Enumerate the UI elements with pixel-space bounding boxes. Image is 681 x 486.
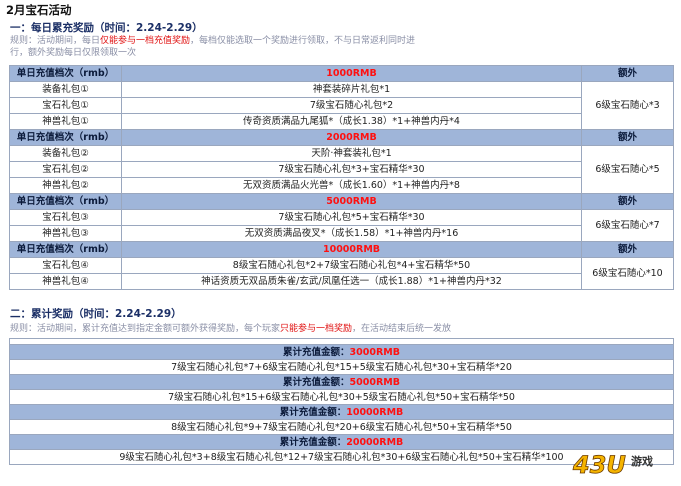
cumulative-label: 累计充值金额： xyxy=(279,406,347,418)
package-name: 神兽礼包② xyxy=(9,177,122,194)
extra-header: 额外 xyxy=(581,241,674,258)
section2-rules-text: 规则：活动期间，累计充值达到指定金额可额外获得奖励，每个玩家 xyxy=(10,324,281,334)
package-name: 宝石礼包④ xyxy=(9,257,122,274)
tier-amount: 5000RMB xyxy=(121,193,582,210)
cumulative-amount: 3000RMB xyxy=(349,346,400,358)
section1-rules: 规则：活动期间，每日仅能参与一档充值奖励，每档仅能选取一个奖励进行领取，不与日常… xyxy=(10,35,415,59)
package-reward: 无双资质满品夜叉*（成长1.58）*1+神兽内丹*16 xyxy=(121,225,582,242)
table-row: 7级宝石随心礼包*15+6级宝石随心礼包*30+5级宝石随心礼包*50+宝石精华… xyxy=(9,389,674,405)
table-row: 宝石礼包④ 神兽礼包④ 神话资质无双品质朱雀/玄武/凤凰任选一（成长1.88）*… xyxy=(9,273,674,290)
package-name: 宝石礼包③ xyxy=(9,209,122,226)
table-row: 神兽礼包② 无双资质满品火光兽*（成长1.60）*1+神兽内丹*8 xyxy=(9,177,674,194)
cumulative-reward: 7级宝石随心礼包*7+6级宝石随心礼包*15+5级宝石随心礼包*30+宝石精华*… xyxy=(9,359,674,375)
package-reward: 神话资质无双品质朱雀/玄武/凤凰任选一（成长1.88）*1+神兽内丹*32 xyxy=(121,273,582,290)
package-reward: 7级宝石随心礼包*2 xyxy=(121,97,582,114)
tier-header: 单日充值档次（rmb） 2000RMB 额外 xyxy=(9,129,674,146)
cumulative-reward: 7级宝石随心礼包*15+6级宝石随心礼包*30+5级宝石随心礼包*50+宝石精华… xyxy=(9,389,674,405)
section1-title: 一：每日累充奖励（时间：2.24-2.29） xyxy=(10,22,203,34)
cumulative-amount: 10000RMB xyxy=(346,406,404,418)
tier-amount: 2000RMB xyxy=(121,129,582,146)
cumulative-label: 累计充值金额： xyxy=(283,346,350,358)
tier-header-label: 单日充值档次（rmb） xyxy=(9,65,122,82)
watermark-suffix: 游戏 xyxy=(631,454,653,468)
cumulative-label: 累计充值金额： xyxy=(283,376,350,388)
table-row: 神兽礼包① 传奇资质满品九尾狐*（成长1.38）*1+神兽内丹*4 xyxy=(9,113,674,130)
table-row: 宝石礼包④ 8级宝石随心礼包*2+7级宝石随心礼包*4+宝石精华*50 6级宝石… xyxy=(9,257,674,290)
tier-header: 单日充值档次（rmb） 5000RMB 额外 xyxy=(9,193,674,210)
extra-reward: 6级宝石随心*7 xyxy=(581,209,674,242)
table-row: 神兽礼包③ 无双资质满品夜叉*（成长1.58）*1+神兽内丹*16 xyxy=(9,225,674,242)
table-row: 宝石礼包① 7级宝石随心礼包*2 xyxy=(9,97,674,114)
package-reward: 神套装碎片礼包*1 xyxy=(121,81,582,98)
section2-title: 二：累计奖励（时间：2.24-2.29） xyxy=(10,308,182,320)
extra-header: 额外 xyxy=(581,193,674,210)
tier-header-label: 单日充值档次（rmb） xyxy=(9,129,122,146)
package-reward: 8级宝石随心礼包*2+7级宝石随心礼包*4+宝石精华*50 xyxy=(121,257,582,274)
table-row: 装备礼包② 天阶·神套装礼包*1 6级宝石随心*5 xyxy=(9,145,674,194)
package-name: 神兽礼包④ xyxy=(9,273,122,290)
cumulative-reward: 8级宝石随心礼包*9+7级宝石随心礼包*20+6级宝石随心礼包*50+宝石精华*… xyxy=(9,419,674,435)
package-reward: 传奇资质满品九尾狐*（成长1.38）*1+神兽内丹*4 xyxy=(121,113,582,130)
section1-rules-text: 规则：活动期间，每日 xyxy=(10,36,101,46)
tier-header-label: 单日充值档次（rmb） xyxy=(9,193,122,210)
table-row: 7级宝石随心礼包*7+6级宝石随心礼包*15+5级宝石随心礼包*30+宝石精华*… xyxy=(9,359,674,375)
package-name: 装备礼包② xyxy=(9,145,122,162)
tier-amount: 10000RMB xyxy=(121,241,582,258)
extra-header: 额外 xyxy=(581,129,674,146)
tier-header: 累计充值金额：3000RMB xyxy=(9,344,674,360)
cumulative-recharge-table: 累计充值金额：3000RMB 7级宝石随心礼包*7+6级宝石随心礼包*15+5级… xyxy=(9,344,674,465)
section2-rules-highlight: 只能参与一档奖励 xyxy=(280,324,353,334)
table-row: 宝石礼包③ 7级宝石随心礼包*5+宝石精华*30 6级宝石随心*7 xyxy=(9,209,674,242)
tier-header: 单日充值档次（rmb） 10000RMB 额外 xyxy=(9,241,674,258)
watermark-brand: 43U xyxy=(572,451,626,479)
tier-header: 累计充值金额：10000RMB xyxy=(9,404,674,420)
table-row: 装备礼包① 神套装碎片礼包*1 6级宝石随心*3 xyxy=(9,81,674,130)
cumulative-tier-header: 累计充值金额：10000RMB xyxy=(9,404,674,420)
section2-rules-text-2: ，在活动结束后统一发放 xyxy=(352,324,452,334)
package-name: 神兽礼包③ xyxy=(9,225,122,242)
tier-header: 单日充值档次（rmb） 1000RMB 额外 xyxy=(9,65,674,82)
section1-rules-text-2: ，每档仅能选取一个奖励进行领取，不与日常返利同时进 xyxy=(190,36,416,46)
table-row: 宝石礼包② 7级宝石随心礼包*3+宝石精华*30 xyxy=(9,161,674,178)
tier-header: 累计充值金额：5000RMB xyxy=(9,374,674,390)
cumulative-tier-header: 累计充值金额：5000RMB xyxy=(9,374,674,390)
watermark-logo: 43U 游戏 xyxy=(572,451,653,480)
page-title: 2月宝石活动 xyxy=(6,3,72,17)
table-row: 8级宝石随心礼包*9+7级宝石随心礼包*20+6级宝石随心礼包*50+宝石精华*… xyxy=(9,419,674,435)
cumulative-amount: 5000RMB xyxy=(349,376,400,388)
cumulative-tier-header: 累计充值金额：3000RMB xyxy=(9,344,674,360)
package-reward: 天阶·神套装礼包*1 xyxy=(121,145,582,162)
tier-header-label: 单日充值档次（rmb） xyxy=(9,241,122,258)
extra-reward: 6级宝石随心*5 xyxy=(581,145,674,194)
package-name: 神兽礼包① xyxy=(9,113,122,130)
tier-amount: 1000RMB xyxy=(121,65,582,82)
daily-recharge-table: 单日充值档次（rmb） 1000RMB 额外 装备礼包① 神套装碎片礼包*1 6… xyxy=(9,65,674,290)
section1-rules-highlight: 仅能参与一档充值奖励 xyxy=(100,36,191,46)
cumulative-label: 累计充值金额： xyxy=(279,436,347,448)
section2-rules: 规则：活动期间，累计充值达到指定金额可额外获得奖励，每个玩家只能参与一档奖励，在… xyxy=(10,323,451,335)
extra-reward: 6级宝石随心*3 xyxy=(581,81,674,130)
extra-header: 额外 xyxy=(581,65,674,82)
package-reward: 7级宝石随心礼包*3+宝石精华*30 xyxy=(121,161,582,178)
package-name: 装备礼包① xyxy=(9,81,122,98)
package-reward: 7级宝石随心礼包*5+宝石精华*30 xyxy=(121,209,582,226)
extra-reward: 6级宝石随心*10 xyxy=(581,257,674,290)
package-name: 宝石礼包① xyxy=(9,97,122,114)
cumulative-amount: 20000RMB xyxy=(346,436,404,448)
package-name: 宝石礼包② xyxy=(9,161,122,178)
section1-rules-line2: 行，额外奖励每日仅限领取一次 xyxy=(10,48,137,58)
package-reward: 无双资质满品火光兽*（成长1.60）*1+神兽内丹*8 xyxy=(121,177,582,194)
